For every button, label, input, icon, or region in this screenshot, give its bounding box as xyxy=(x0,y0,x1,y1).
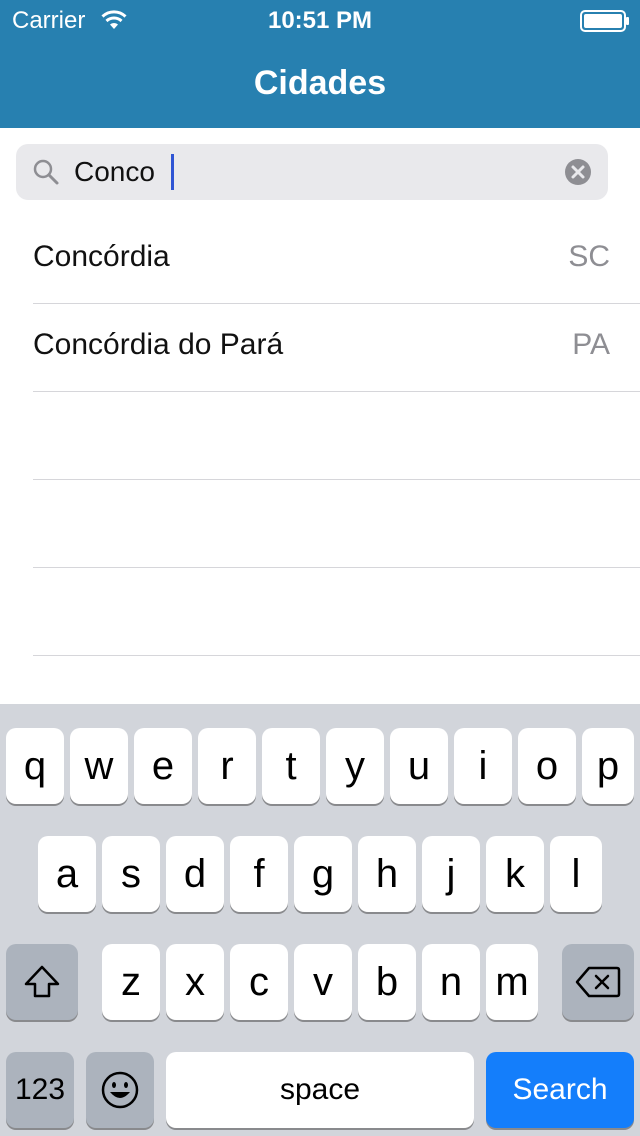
city-name: Concórdia do Pará xyxy=(33,328,284,361)
key-label: p xyxy=(596,743,620,788)
key-k[interactable]: k xyxy=(486,836,544,912)
list-item[interactable]: Concórdia do Pará PA xyxy=(0,304,640,392)
key-z[interactable]: z xyxy=(102,944,160,1020)
key-d[interactable]: d xyxy=(166,836,224,912)
delete-icon xyxy=(575,966,621,998)
keyboard: q w e r t y u i o p a s d f g h j k l z … xyxy=(0,704,640,1136)
key-label: e xyxy=(151,743,175,788)
space-key[interactable]: space xyxy=(166,1052,474,1128)
key-w[interactable]: w xyxy=(70,728,128,804)
search-button[interactable]: Search xyxy=(486,1052,634,1128)
search-field[interactable]: Conco xyxy=(16,144,608,200)
key-m[interactable]: m xyxy=(486,944,538,1020)
state-code: SC xyxy=(568,240,610,273)
battery-icon xyxy=(580,10,629,32)
key-label: x xyxy=(185,959,205,1004)
key-label: i xyxy=(478,743,488,788)
emoji-icon xyxy=(101,1071,139,1109)
search-input[interactable]: Conco xyxy=(74,153,155,191)
city-name: Concórdia xyxy=(33,240,170,273)
emoji-key[interactable] xyxy=(86,1052,154,1128)
key-i[interactable]: i xyxy=(454,728,512,804)
key-label: z xyxy=(121,959,141,1004)
key-u[interactable]: u xyxy=(390,728,448,804)
key-label: n xyxy=(439,959,463,1004)
search-icon xyxy=(33,159,59,185)
key-label: c xyxy=(249,959,269,1004)
status-time: 10:51 PM xyxy=(267,7,373,34)
shift-key[interactable] xyxy=(6,944,78,1020)
key-h[interactable]: h xyxy=(358,836,416,912)
key-s[interactable]: s xyxy=(102,836,160,912)
key-t[interactable]: t xyxy=(262,728,320,804)
key-a[interactable]: a xyxy=(38,836,96,912)
status-bar: Carrier 10:51 PM xyxy=(0,0,640,40)
key-label: a xyxy=(55,851,79,896)
key-n[interactable]: n xyxy=(422,944,480,1020)
page-title: Cidades xyxy=(253,64,387,102)
key-label: o xyxy=(535,743,559,788)
key-label: b xyxy=(375,959,399,1004)
key-g[interactable]: g xyxy=(294,836,352,912)
key-label: g xyxy=(311,851,335,896)
key-label: v xyxy=(313,959,333,1004)
key-label: h xyxy=(375,851,399,896)
key-label: k xyxy=(505,851,525,896)
key-r[interactable]: r xyxy=(198,728,256,804)
row-divider xyxy=(33,655,640,656)
key-label: space xyxy=(279,1073,361,1106)
list-item xyxy=(0,392,640,480)
list-item xyxy=(0,568,640,656)
key-e[interactable]: e xyxy=(134,728,192,804)
key-p[interactable]: p xyxy=(582,728,634,804)
key-v[interactable]: v xyxy=(294,944,352,1020)
key-b[interactable]: b xyxy=(358,944,416,1020)
key-j[interactable]: j xyxy=(422,836,480,912)
list-item[interactable]: Concórdia SC xyxy=(0,216,640,304)
key-label: q xyxy=(23,743,47,788)
key-o[interactable]: o xyxy=(518,728,576,804)
key-label: 123 xyxy=(14,1073,66,1106)
delete-key[interactable] xyxy=(562,944,634,1020)
key-label: l xyxy=(571,851,581,896)
text-caret xyxy=(171,154,174,190)
app-screen: Carrier 10:51 PM Cidades Conco Concórdia… xyxy=(0,0,640,1136)
key-label: j xyxy=(446,851,456,896)
key-label: f xyxy=(253,851,265,896)
results-list: Concórdia SC Concórdia do Pará PA xyxy=(0,216,640,656)
key-label: m xyxy=(495,959,529,1004)
key-label: t xyxy=(285,743,297,788)
key-label: d xyxy=(183,851,207,896)
key-y[interactable]: y xyxy=(326,728,384,804)
key-label: w xyxy=(84,743,114,788)
clear-icon[interactable] xyxy=(564,158,592,186)
key-f[interactable]: f xyxy=(230,836,288,912)
key-label: y xyxy=(345,743,365,788)
key-label: r xyxy=(220,743,234,788)
key-l[interactable]: l xyxy=(550,836,602,912)
key-label: Search xyxy=(512,1073,608,1106)
key-label: u xyxy=(407,743,431,788)
list-item xyxy=(0,480,640,568)
key-label: s xyxy=(121,851,141,896)
numbers-key[interactable]: 123 xyxy=(6,1052,74,1128)
header: Carrier 10:51 PM Cidades xyxy=(0,0,640,128)
key-x[interactable]: x xyxy=(166,944,224,1020)
shift-icon xyxy=(24,965,60,998)
key-q[interactable]: q xyxy=(6,728,64,804)
key-c[interactable]: c xyxy=(230,944,288,1020)
state-code: PA xyxy=(572,328,610,361)
